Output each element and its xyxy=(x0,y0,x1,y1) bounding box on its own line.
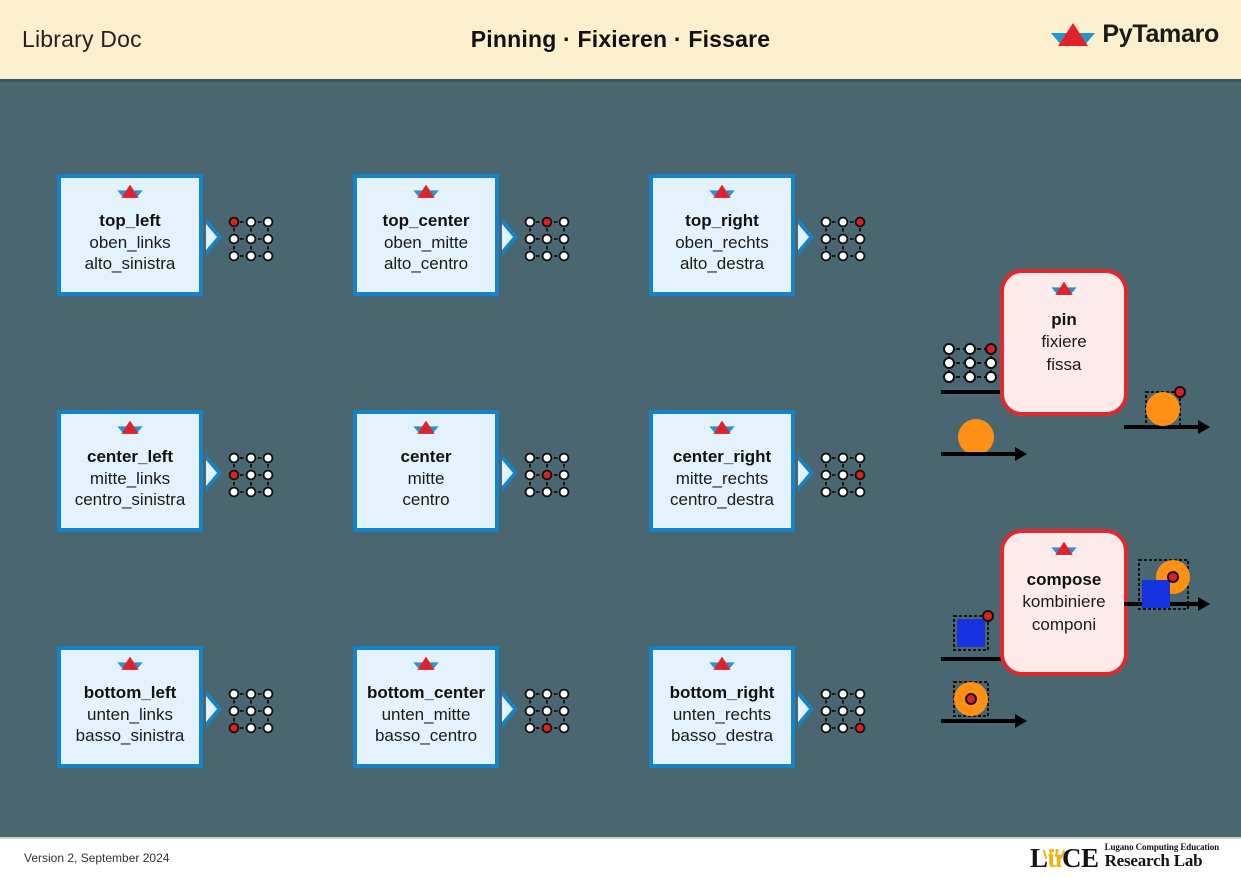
card-label-en: center_left xyxy=(87,447,173,466)
block-label-de: fixiere xyxy=(1041,332,1087,352)
diagram-stage: top_left oben_links alto_sinistra top_cente… xyxy=(0,82,1241,837)
pinning-card-center-left[interactable]: center_left mitte_links centro_sinistra xyxy=(57,410,222,532)
pinning-card-bottom-center[interactable]: bottom_center unten_mitte basso_centro xyxy=(353,646,518,768)
anchor-grid-bottom-right xyxy=(820,688,866,734)
page-header: Library Doc Pinning · Fixieren · Fissare… xyxy=(0,0,1241,82)
card-chevron-icon xyxy=(206,218,222,256)
pytamaro-triangle-icon xyxy=(117,184,143,204)
anchor-grid-top-right xyxy=(820,216,866,262)
card-label-it: basso_centro xyxy=(374,726,478,746)
card-label-en: top_left xyxy=(99,211,161,230)
pytamaro-triangle-icon xyxy=(709,184,735,204)
anchor-grid-center-left xyxy=(228,452,274,498)
card-chevron-icon xyxy=(502,218,518,256)
pinning-card-center-right[interactable]: center_right mitte_rechts centro_destra xyxy=(649,410,814,532)
card-chevron-icon xyxy=(502,454,518,492)
anchor-grid-bottom-left xyxy=(228,688,274,734)
card-label-de: unten_links xyxy=(86,704,173,724)
card-label-de: oben_links xyxy=(89,232,171,252)
block-label-it: componi xyxy=(1031,614,1097,634)
luce-lab-name: Lugano Computing Education Research Lab xyxy=(1104,842,1220,872)
card-label-it: basso_sinistra xyxy=(75,726,185,746)
card-label-it: alto_sinistra xyxy=(84,254,176,274)
page-footer: Version 2, September 2024 LüCE Lugano Co… xyxy=(0,837,1241,877)
block-label-en: compose xyxy=(1026,570,1102,590)
pytamaro-triangle-icon xyxy=(1051,22,1096,48)
card-chevron-icon xyxy=(206,454,222,492)
pinning-card-bottom-right[interactable]: bottom_right unten_rechts basso_destra xyxy=(649,646,814,768)
card-label-it: centro_destra xyxy=(670,490,774,510)
pinning-card-top-right[interactable]: top_right oben_rechts alto_destra xyxy=(649,174,814,296)
card-label-de: mitte xyxy=(407,468,445,488)
compose-input-arrow-bottom xyxy=(941,714,1027,728)
pin-input-anchor-grid-glyph xyxy=(941,341,999,383)
pinning-card-top-left[interactable]: top_left oben_links alto_sinistra xyxy=(57,174,222,296)
function-block-pin[interactable]: pin fixiere fissa xyxy=(1000,269,1128,416)
block-label-it: fissa xyxy=(1046,354,1082,374)
pin-input-arrow-bottom xyxy=(941,447,1027,461)
card-label-de: unten_mitte xyxy=(381,704,471,724)
pytamaro-triangle-icon xyxy=(413,656,439,676)
card-label-de: unten_rechts xyxy=(672,704,772,724)
pytamaro-triangle-icon xyxy=(413,420,439,440)
card-label-en: top_right xyxy=(685,211,759,230)
card-label-en: bottom_left xyxy=(83,683,177,702)
anchor-grid-center xyxy=(524,452,570,498)
pytamaro-triangle-icon xyxy=(709,420,735,440)
luce-wordmark: LüCE xyxy=(1030,845,1099,872)
block-label-de: kombiniere xyxy=(1022,592,1106,612)
function-block-compose[interactable]: compose kombiniere componi xyxy=(1000,529,1128,676)
pytamaro-triangle-icon xyxy=(117,656,143,676)
pytamaro-logo: PyTamaro xyxy=(1051,20,1219,49)
anchor-grid-top-left xyxy=(228,216,274,262)
pytamaro-triangle-icon xyxy=(117,420,143,440)
compose-output-glyph xyxy=(1136,554,1194,612)
card-chevron-icon xyxy=(798,690,814,728)
card-chevron-icon xyxy=(206,690,222,728)
luce-letters-ce: CE xyxy=(1062,843,1099,874)
pytamaro-triangle-icon xyxy=(709,656,735,676)
card-chevron-icon xyxy=(502,690,518,728)
pinning-card-top-center[interactable]: top_center oben_mitte alto_centro xyxy=(353,174,518,296)
card-label-de: oben_mitte xyxy=(383,232,469,252)
anchor-grid-top-center xyxy=(524,216,570,262)
luce-logo: LüCE Lugano Computing Education Research… xyxy=(1030,842,1220,872)
pinning-card-center[interactable]: center mitte centro xyxy=(353,410,518,532)
anchor-grid-bottom-center xyxy=(524,688,570,734)
card-label-en: center_right xyxy=(672,447,772,466)
card-label-it: centro_sinistra xyxy=(74,490,186,510)
anchor-grid-center-right xyxy=(820,452,866,498)
card-chevron-icon xyxy=(798,218,814,256)
card-label-it: centro xyxy=(402,490,450,510)
pytamaro-triangle-icon xyxy=(413,184,439,204)
luce-sun-icon xyxy=(1043,838,1067,860)
card-chevron-icon xyxy=(798,454,814,492)
luce-lab-label: Research Lab xyxy=(1104,851,1203,871)
compose-input-blue-square-glyph xyxy=(951,609,995,653)
card-label-en: center xyxy=(400,447,452,466)
card-label-it: alto_destra xyxy=(679,254,765,274)
card-label-en: bottom_right xyxy=(669,683,775,702)
card-label-de: mitte_links xyxy=(89,468,171,488)
card-label-en: bottom_center xyxy=(366,683,486,702)
card-label-it: alto_centro xyxy=(383,254,469,274)
card-label-en: top_center xyxy=(382,211,470,230)
pinning-card-bottom-left[interactable]: bottom_left unten_links basso_sinistra xyxy=(57,646,222,768)
version-label: Version 2, September 2024 xyxy=(24,851,170,865)
pin-output-glyph xyxy=(1143,385,1187,429)
card-label-it: basso_destra xyxy=(670,726,774,746)
block-label-en: pin xyxy=(1051,310,1077,330)
pytamaro-wordmark: PyTamaro xyxy=(1102,20,1219,48)
card-label-de: mitte_rechts xyxy=(675,468,769,488)
card-label-de: oben_rechts xyxy=(675,232,769,252)
